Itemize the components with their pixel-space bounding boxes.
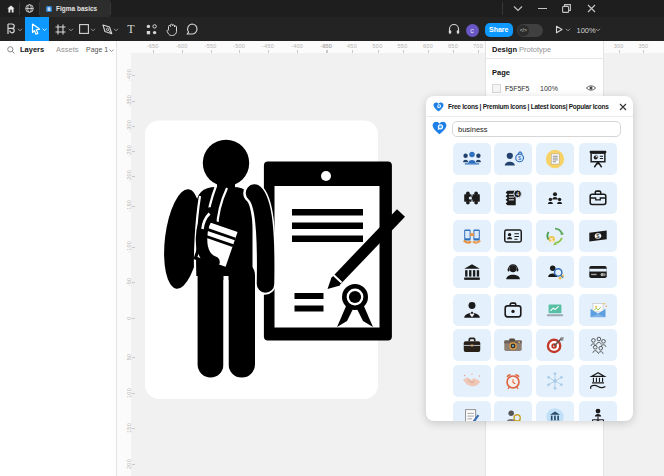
svg-text:$: $ [518, 155, 522, 161]
